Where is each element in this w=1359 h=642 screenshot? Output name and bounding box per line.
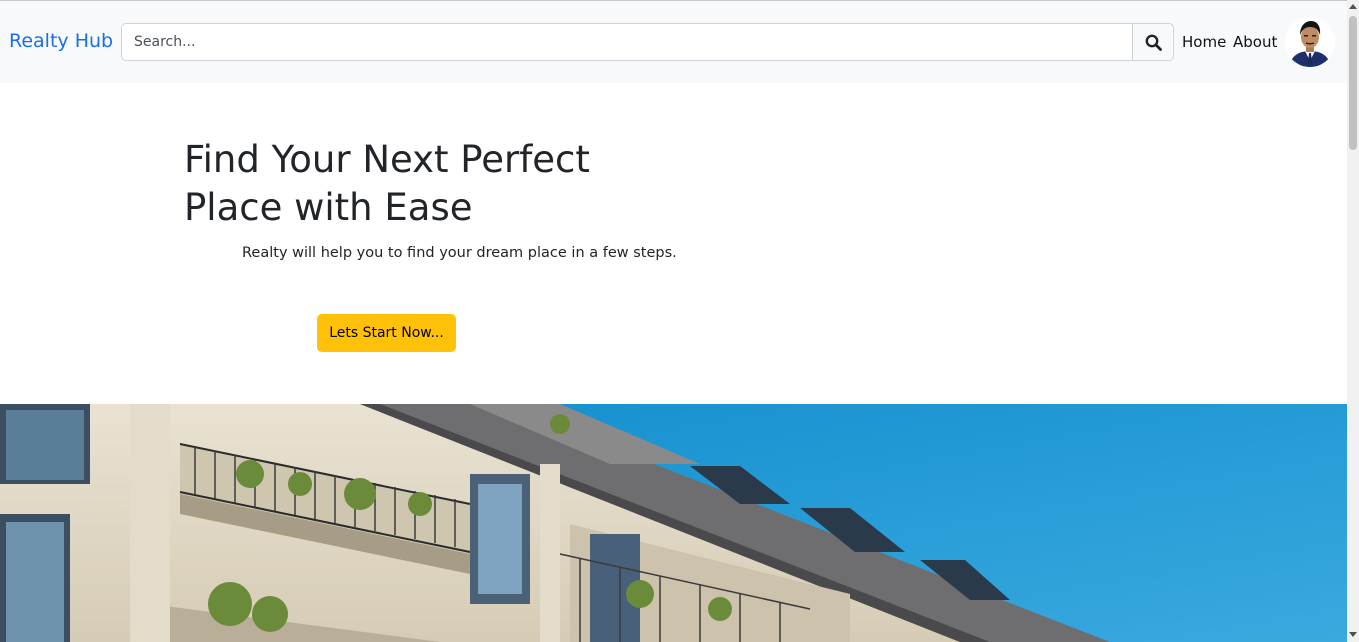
navbar: Realty Hub Home About [0, 1, 1347, 83]
hero-image [0, 404, 1347, 642]
brand-link[interactable]: Realty Hub [9, 30, 113, 52]
avatar-icon [1285, 17, 1335, 67]
apartment-building-illustration [0, 404, 1347, 642]
hero-subtitle: Realty will help you to find your dream … [242, 245, 677, 261]
scroll-up-arrow-icon[interactable] [1349, 4, 1357, 9]
search-group [121, 23, 1174, 61]
nav-about-link[interactable]: About [1233, 33, 1277, 51]
hero-title: Find Your Next Perfect Place with Ease [184, 138, 590, 229]
user-avatar[interactable] [1285, 17, 1335, 67]
scrollbar-thumb[interactable] [1349, 16, 1357, 150]
page-scrollbar[interactable] [1347, 0, 1359, 642]
scroll-down-arrow-icon[interactable] [1349, 632, 1357, 637]
nav-home-link[interactable]: Home [1182, 33, 1226, 51]
search-button[interactable] [1132, 23, 1174, 61]
search-input[interactable] [121, 23, 1133, 61]
search-icon [1145, 34, 1162, 51]
lets-start-button[interactable]: Lets Start Now... [317, 314, 456, 352]
